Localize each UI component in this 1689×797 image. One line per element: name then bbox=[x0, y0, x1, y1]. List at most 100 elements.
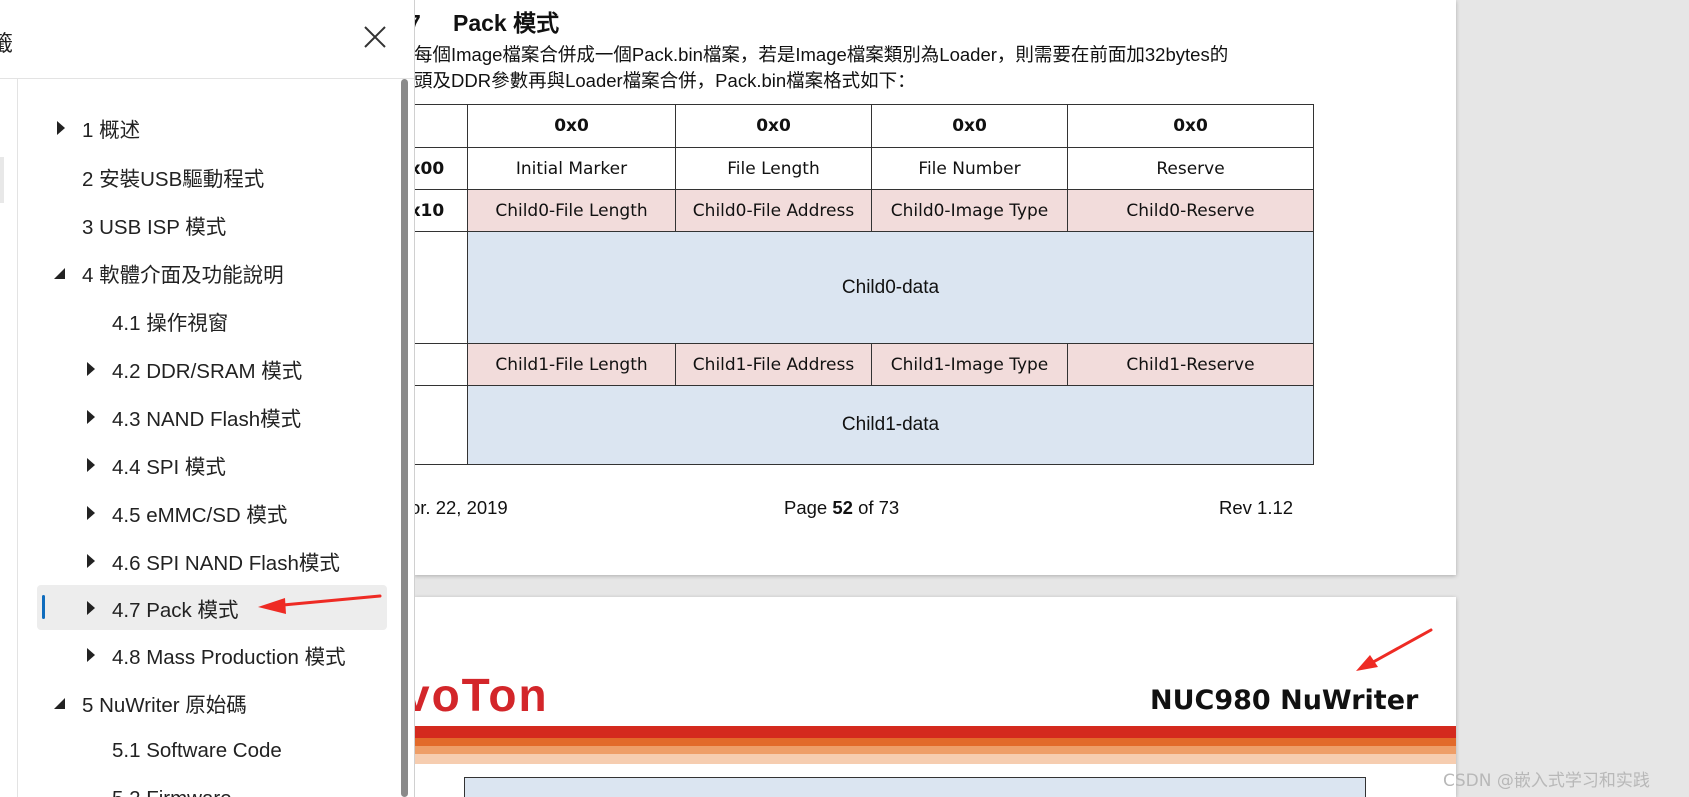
bookmark-label: 4.3 NAND Flash模式 bbox=[112, 408, 302, 431]
nuvoton-logo: voTon bbox=[414, 669, 549, 721]
document-viewer[interactable]: 7 Pack 模式 每個Image檔案合併成一個Pack.bin檔案，若是Imag… bbox=[414, 0, 1689, 797]
annotation-arrow-icon bbox=[1356, 628, 1433, 671]
table-cell: Child0-Reserve bbox=[1067, 189, 1314, 232]
footer-date: or. 22, 2019 bbox=[414, 497, 508, 518]
bookmark-item-4-2[interactable]: 4.2 DDR/SRAM 模式 bbox=[37, 348, 387, 390]
bookmark-item-1[interactable]: 1 概述 bbox=[37, 107, 387, 149]
caret-down-icon[interactable] bbox=[51, 265, 67, 281]
bookmark-label: 4.4 SPI 模式 bbox=[112, 456, 226, 479]
bookmark-label: 5.2 Firmware bbox=[112, 787, 232, 797]
bookmark-item-4-5[interactable]: 4.5 eMMC/SD 模式 bbox=[37, 492, 387, 534]
table-header-row: 0x0 0x0 0x0 0x0 bbox=[414, 104, 1314, 148]
bookmark-label: 5.1 Software Code bbox=[112, 739, 282, 762]
bookmark-item-5-2[interactable]: 5.2 Firmware bbox=[37, 778, 387, 797]
table-cell: Child1-Reserve bbox=[1067, 343, 1314, 386]
bookmark-item-4[interactable]: 4 軟體介面及功能說明 bbox=[37, 252, 387, 294]
header-stripe bbox=[414, 726, 1456, 738]
table-header-cell: 0x0 bbox=[675, 104, 872, 148]
table-cell bbox=[414, 385, 468, 465]
bookmark-label: 5 NuWriter 原始碼 bbox=[82, 694, 247, 717]
panel-title: 籤 bbox=[0, 26, 13, 58]
section-title: Pack 模式 bbox=[453, 10, 560, 36]
pack-format-table: 0x0 0x0 0x0 0x0 0x00 Initial Marker File… bbox=[414, 104, 1314, 465]
product-title: NUC980 NuWriter bbox=[1150, 685, 1419, 716]
close-button[interactable] bbox=[360, 22, 390, 52]
table-fragment bbox=[464, 777, 1366, 797]
table-header-cell: 0x0 bbox=[467, 104, 676, 148]
table-cell: Initial Marker bbox=[467, 147, 676, 190]
bookmark-item-4-6[interactable]: 4.6 SPI NAND Flash模式 bbox=[37, 540, 387, 582]
caret-down-icon[interactable] bbox=[51, 695, 67, 711]
row-offset: 0x00 bbox=[414, 147, 468, 190]
table-row: Child1-data bbox=[414, 385, 1314, 465]
page-current: 52 bbox=[832, 497, 853, 518]
bookmark-label: 4.8 Mass Production 模式 bbox=[112, 646, 346, 669]
bookmark-label: 4.2 DDR/SRAM 模式 bbox=[112, 360, 303, 383]
panel-scrollbar[interactable] bbox=[399, 79, 409, 797]
table-cell: Child1-File Address bbox=[675, 343, 872, 386]
data-block-cell: Child0-data bbox=[467, 231, 1314, 344]
bookmark-item-5-1[interactable]: 5.1 Software Code bbox=[37, 730, 387, 772]
bookmark-label: 4 軟體介面及功能說明 bbox=[82, 264, 284, 287]
bookmark-item-2[interactable]: 2 安裝USB驅動程式 bbox=[37, 156, 387, 198]
scrollbar-thumb[interactable] bbox=[401, 79, 408, 797]
table-row: 0x10 Child0-File Length Child0-File Addr… bbox=[414, 189, 1314, 232]
data-block-cell: Child1-data bbox=[467, 385, 1314, 465]
bookmark-label: 4.5 eMMC/SD 模式 bbox=[112, 504, 288, 527]
watermark: CSDN @嵌入式学习和实践 bbox=[1443, 771, 1650, 791]
table-header-cell: 0x0 bbox=[1067, 104, 1314, 148]
bookmark-item-4-3[interactable]: 4.3 NAND Flash模式 bbox=[37, 396, 387, 438]
page-prefix: Page bbox=[784, 497, 833, 518]
footer-revision: Rev 1.12 bbox=[1219, 497, 1294, 518]
header-stripe bbox=[414, 754, 1456, 764]
header-stripe bbox=[414, 738, 1456, 746]
caret-right-icon[interactable] bbox=[83, 553, 99, 569]
caret-right-icon[interactable] bbox=[83, 457, 99, 473]
caret-right-icon[interactable] bbox=[83, 600, 99, 616]
bookmark-item-4-1[interactable]: 4.1 操作視窗 bbox=[37, 300, 387, 342]
bookmark-item-3[interactable]: 3 USB ISP 模式 bbox=[37, 204, 387, 246]
close-icon bbox=[364, 26, 386, 48]
bookmark-label: 2 安裝USB驅動程式 bbox=[82, 168, 265, 191]
caret-right-icon[interactable] bbox=[53, 120, 69, 136]
row-offset: 0x10 bbox=[414, 189, 468, 232]
bookmark-label: 1 概述 bbox=[82, 119, 141, 142]
footer-page-number: Page 52 of 73 bbox=[784, 497, 899, 519]
bookmark-label: 4.7 Pack 模式 bbox=[112, 598, 239, 622]
page-suffix: of 73 bbox=[852, 497, 900, 518]
section-number: 7 bbox=[414, 10, 421, 36]
paragraph-line-2: 頭及DDR參數再與Loader檔案合併，Pack.bin檔案格式如下： bbox=[414, 70, 916, 91]
table-cell: Child0-File Address bbox=[675, 189, 872, 232]
paragraph-line-1: 每個Image檔案合併成一個Pack.bin檔案，若是Image檔案類別為Loa… bbox=[414, 44, 1229, 65]
bookmark-item-4-8[interactable]: 4.8 Mass Production 模式 bbox=[37, 634, 387, 676]
table-cell: Child0-Image Type bbox=[871, 189, 1068, 232]
table-cell: Child1-File Length bbox=[467, 343, 676, 386]
pdf-page-52: 7 Pack 模式 每個Image檔案合併成一個Pack.bin檔案，若是Imag… bbox=[414, 0, 1456, 575]
table-cell bbox=[414, 104, 468, 148]
table-cell: Reserve bbox=[1067, 147, 1314, 190]
bookmark-label: 3 USB ISP 模式 bbox=[82, 216, 227, 239]
table-cell: File Length bbox=[675, 147, 872, 190]
caret-right-icon[interactable] bbox=[83, 505, 99, 521]
row-offset bbox=[414, 343, 468, 386]
caret-right-icon[interactable] bbox=[83, 361, 99, 377]
header-stripe bbox=[414, 746, 1456, 754]
table-cell: Child1-Image Type bbox=[871, 343, 1068, 386]
table-cell bbox=[414, 231, 468, 344]
annotation-arrow-icon bbox=[258, 594, 382, 614]
table-row: Child1-File Length Child1-File Address C… bbox=[414, 343, 1314, 386]
caret-right-icon[interactable] bbox=[83, 409, 99, 425]
table-row: 0x00 Initial Marker File Length File Num… bbox=[414, 147, 1314, 190]
table-header-cell: 0x0 bbox=[871, 104, 1068, 148]
section-heading: 7 Pack 模式 bbox=[414, 4, 559, 38]
panel-header: 籤 bbox=[0, 0, 414, 79]
bookmark-label: 4.6 SPI NAND Flash模式 bbox=[112, 552, 340, 575]
caret-right-icon[interactable] bbox=[83, 647, 99, 663]
bookmark-item-4-4[interactable]: 4.4 SPI 模式 bbox=[37, 444, 387, 486]
bookmark-item-5[interactable]: 5 NuWriter 原始碼 bbox=[37, 682, 387, 724]
